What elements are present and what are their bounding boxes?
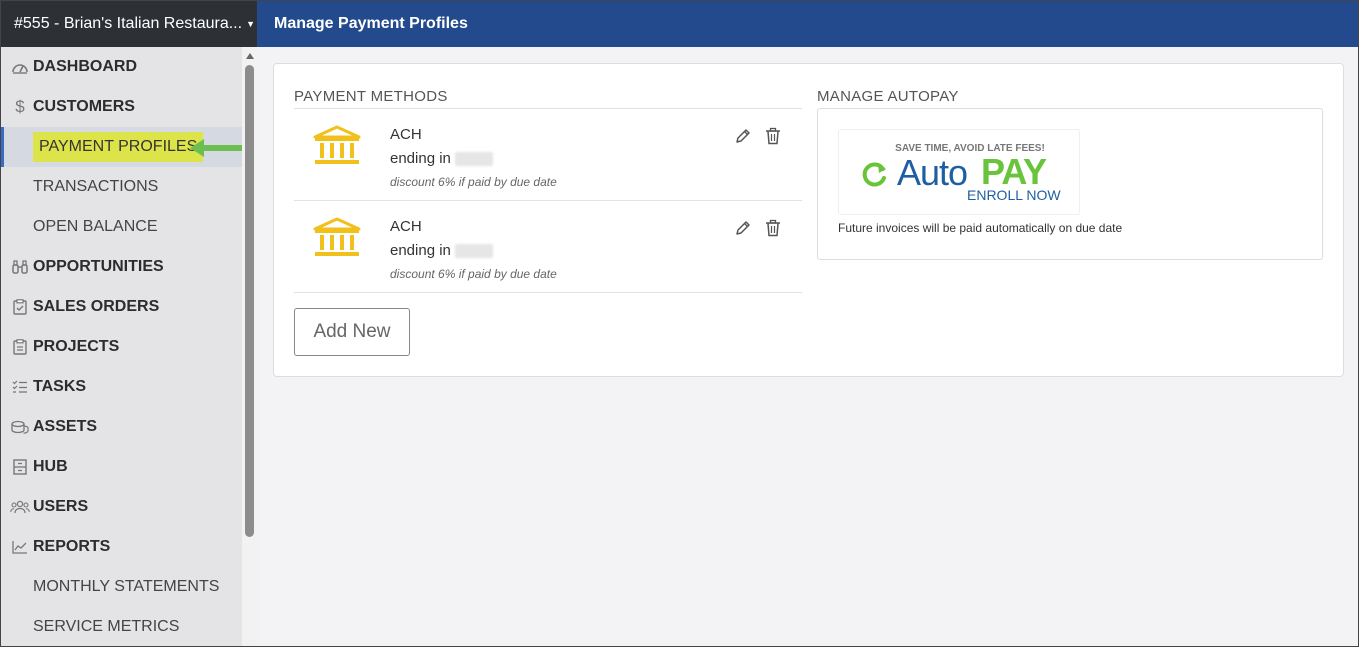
dashboard-icon [10, 59, 30, 75]
payment-methods-title: PAYMENT METHODS [294, 88, 448, 105]
clipboard-icon [10, 339, 30, 355]
sidebar-scrollbar[interactable] [242, 47, 258, 647]
coins-icon [10, 420, 30, 434]
delete-trash-icon[interactable] [764, 219, 782, 237]
sidebar-item-users[interactable]: USERS [0, 487, 242, 527]
manage-autopay-title: MANAGE AUTOPAY [817, 88, 959, 105]
sidebar-item-assets[interactable]: ASSETS [0, 407, 242, 447]
sidebar-item-label: TASKS [33, 378, 87, 395]
sidebar-item-open-balance[interactable]: OPEN BALANCE [0, 207, 242, 247]
refresh-icon [862, 162, 886, 187]
sidebar-item-label: DASHBOARD [33, 58, 137, 75]
scroll-thumb[interactable] [245, 65, 254, 537]
account-name: #555 - Brian's Italian Restaura... [14, 14, 243, 32]
sidebar-item-label: OPPORTUNITIES [33, 258, 164, 275]
row-actions [734, 127, 782, 145]
sidebar-item-label: SERVICE METRICS [33, 618, 180, 635]
delete-trash-icon[interactable] [764, 127, 782, 145]
sidebar-item-transactions[interactable]: TRANSACTIONS [0, 167, 242, 207]
autopay-enroll-text: ENROLL NOW [967, 187, 1061, 203]
sidebar-item-service-metrics[interactable]: SERVICE METRICS [0, 607, 242, 647]
sidebar-item-monthly-statements[interactable]: MONTHLY STATEMENTS [0, 567, 242, 607]
payment-type: ACH [390, 126, 422, 143]
payment-method-row: ACH ending in discount 6% if paid by due… [294, 201, 802, 293]
autopay-enroll-banner[interactable]: SAVE TIME, AVOID LATE FEES! Auto PAY ENR… [838, 129, 1080, 215]
account-switcher[interactable]: #555 - Brian's Italian Restaura... ▼ [0, 0, 257, 47]
bank-icon [313, 125, 361, 164]
sidebar-item-label: HUB [33, 458, 68, 475]
row-actions [734, 219, 782, 237]
redacted-digits [454, 243, 493, 258]
sidebar-item-label: SALES ORDERS [33, 298, 160, 315]
page-title: Manage Payment Profiles [274, 15, 468, 32]
autopay-auto-word: Auto [897, 152, 968, 193]
sidebar-item-label: OPEN BALANCE [33, 218, 158, 235]
bank-icon [313, 217, 361, 256]
sidebar-item-label: REPORTS [33, 538, 111, 555]
payment-ending: ending in [390, 150, 493, 167]
sidebar-item-dashboard[interactable]: DASHBOARD [0, 47, 242, 87]
sidebar-item-customers[interactable]: $ CUSTOMERS [0, 87, 242, 127]
edit-pencil-icon[interactable] [734, 127, 752, 145]
sidebar-item-sales-orders[interactable]: SALES ORDERS [0, 287, 242, 327]
sidebar-item-label: PAYMENT PROFILES [33, 132, 204, 162]
sidebar-item-label: PROJECTS [33, 338, 120, 355]
clipboard-check-icon [10, 299, 30, 315]
payment-method-row: ACH ending in discount 6% if paid by due… [294, 109, 802, 201]
autopay-note: Future invoices will be paid automatical… [838, 221, 1123, 235]
sidebar-item-label: MONTHLY STATEMENTS [33, 578, 220, 595]
sidebar-item-opportunities[interactable]: OPPORTUNITIES [0, 247, 242, 287]
add-new-button[interactable]: Add New [294, 308, 410, 356]
edit-pencil-icon[interactable] [734, 219, 752, 237]
scroll-up-icon[interactable] [246, 53, 254, 59]
cabinet-icon [10, 459, 30, 475]
sidebar-item-label: CUSTOMERS [33, 98, 135, 115]
sidebar-item-reports[interactable]: REPORTS [0, 527, 242, 567]
discount-note: discount 6% if paid by due date [390, 267, 557, 281]
sidebar-item-hub[interactable]: HUB [0, 447, 242, 487]
payment-type: ACH [390, 218, 422, 235]
ending-label: ending in [390, 242, 451, 259]
ending-label: ending in [390, 150, 451, 167]
list-icon [10, 380, 30, 394]
discount-note: discount 6% if paid by due date [390, 175, 557, 189]
sidebar-item-projects[interactable]: PROJECTS [0, 327, 242, 367]
highlight-arrow-icon [190, 139, 242, 157]
sidebar-item-label: TRANSACTIONS [33, 178, 159, 195]
redacted-digits [454, 151, 493, 166]
top-header: #555 - Brian's Italian Restaura... ▼ Man… [0, 0, 1359, 47]
sidebar-item-tasks[interactable]: TASKS [0, 367, 242, 407]
dollar-icon: $ [15, 97, 25, 116]
autopay-panel: SAVE TIME, AVOID LATE FEES! Auto PAY ENR… [817, 108, 1323, 260]
users-icon [10, 500, 30, 514]
sidebar-item-label: ASSETS [33, 418, 98, 435]
binoculars-icon [10, 259, 30, 275]
caret-down-icon: ▼ [246, 18, 255, 29]
sidebar-item-label: USERS [33, 498, 89, 515]
payment-profiles-card: PAYMENT METHODS ACH ending in discount 6… [273, 63, 1344, 377]
payment-ending: ending in [390, 242, 493, 259]
chart-icon [10, 540, 30, 554]
